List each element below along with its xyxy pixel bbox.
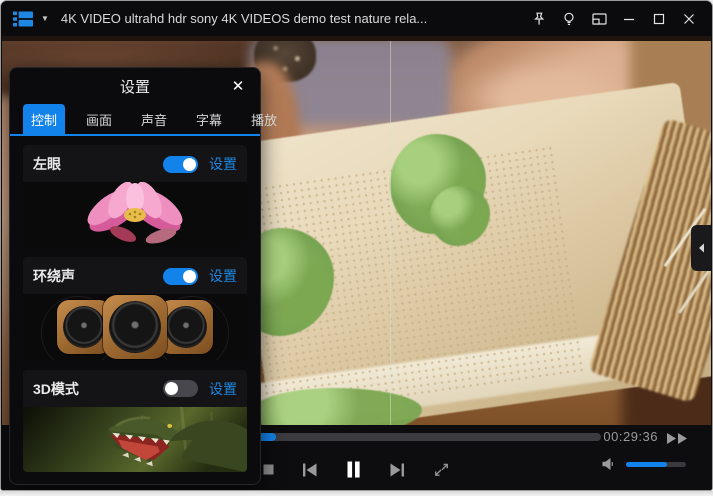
- surround-settings-link[interactable]: 设置: [209, 266, 237, 286]
- 3d-mode-toggle[interactable]: [163, 380, 198, 398]
- close-icon: [684, 13, 694, 24]
- settings-panel-title: 设置: [119, 78, 150, 96]
- tab-sound[interactable]: 声音: [133, 104, 175, 134]
- video-scene-layer: [252, 388, 422, 427]
- tab-subtitle[interactable]: 字幕: [188, 104, 230, 134]
- mini-mode-button[interactable]: [584, 4, 614, 34]
- tab-control[interactable]: 控制: [23, 104, 66, 134]
- tab-picture[interactable]: 画面: [78, 104, 120, 134]
- left-eye-settings-link[interactable]: 设置: [209, 154, 237, 174]
- toggle-knob: [165, 382, 178, 396]
- settings-panel: 设置 ✕ 控制 画面 声音 字幕 播放 左眼 设置 环绕声 设置 3D模式 设置: [9, 67, 277, 485]
- lotus-flower-image: [23, 182, 247, 248]
- playback-controls: [263, 461, 450, 478]
- previous-track-icon: [303, 463, 317, 476]
- playlist-collapse-tab[interactable]: [691, 225, 711, 271]
- settings-panel-header: 设置 ✕: [10, 68, 260, 104]
- minimize-icon: [624, 18, 634, 20]
- left-eye-toggle[interactable]: [163, 155, 198, 173]
- maximize-icon: [653, 13, 665, 24]
- previous-button[interactable]: [301, 462, 318, 478]
- speaker-right: [159, 299, 213, 354]
- tab-playback[interactable]: 播放: [243, 104, 285, 134]
- toggle-knob: [183, 157, 196, 171]
- card-header: 3D模式 设置: [23, 370, 247, 403]
- fast-forward-button[interactable]: [666, 432, 690, 450]
- next-track-icon: [390, 463, 404, 476]
- fast-forward-icon: [667, 433, 687, 444]
- speakers-image: [23, 294, 247, 360]
- speaker-center: [103, 294, 167, 359]
- fullscreen-expand-icon: [435, 463, 448, 476]
- pin-on-top-button[interactable]: [524, 4, 554, 34]
- setting-card-3d-mode: 3D模式 设置: [23, 369, 247, 472]
- titlebar[interactable]: ▼ 4K VIDEO ultrahd hdr sony 4K VIDEOS de…: [1, 1, 712, 36]
- card-header: 环绕声 设置: [23, 257, 247, 290]
- main-menu-caret-icon[interactable]: ▼: [41, 14, 49, 23]
- pause-icon: [347, 461, 360, 478]
- setting-card-left-eye: 左眼 设置: [23, 145, 247, 248]
- next-button[interactable]: [389, 462, 406, 478]
- video-scene-layer: [390, 36, 391, 427]
- time-display: 00:29:36: [603, 429, 658, 444]
- settings-tabs: 控制 画面 声音 字幕 播放: [10, 104, 277, 136]
- volume-slider[interactable]: [626, 461, 686, 467]
- video-scene-layer: [2, 36, 711, 41]
- seek-bar[interactable]: [252, 433, 601, 441]
- surround-toggle[interactable]: [163, 267, 198, 285]
- speaker-icon[interactable]: [601, 456, 617, 472]
- volume-slider-fill: [626, 461, 667, 467]
- settings-panel-body: 左眼 设置 环绕声 设置 3D模式 设置: [10, 136, 260, 484]
- dinosaur-image: [23, 406, 247, 472]
- desktop-edge: [0, 491, 713, 496]
- settings-close-button[interactable]: ✕: [229, 77, 247, 95]
- close-button[interactable]: [674, 4, 704, 34]
- chevron-left-icon: [698, 243, 704, 253]
- stop-button[interactable]: [263, 464, 274, 475]
- lightbulb-icon: [564, 12, 574, 25]
- setting-card-surround: 环绕声 设置: [23, 257, 247, 360]
- stop-icon: [263, 464, 274, 475]
- app-logo-film-icon[interactable]: [13, 11, 33, 27]
- card-label: 3D模式: [33, 380, 79, 397]
- picture-in-picture-icon: [591, 12, 607, 25]
- volume-control: [601, 456, 686, 472]
- card-header: 左眼 设置: [23, 145, 247, 178]
- toggle-knob: [183, 269, 196, 283]
- pin-icon: [534, 12, 545, 25]
- card-label: 左眼: [33, 156, 61, 172]
- 3d-mode-settings-link[interactable]: 设置: [209, 379, 237, 399]
- window-title: 4K VIDEO ultrahd hdr sony 4K VIDEOS demo…: [60, 11, 428, 26]
- card-label: 环绕声: [33, 268, 75, 285]
- player-window: ▼ 4K VIDEO ultrahd hdr sony 4K VIDEOS de…: [0, 0, 713, 491]
- maximize-button[interactable]: [644, 4, 674, 34]
- light-off-button[interactable]: [554, 4, 584, 34]
- minimize-button[interactable]: [614, 4, 644, 34]
- fullscreen-button[interactable]: [433, 461, 450, 478]
- pause-button[interactable]: [345, 461, 362, 478]
- desktop: ▼ 4K VIDEO ultrahd hdr sony 4K VIDEOS de…: [0, 0, 713, 496]
